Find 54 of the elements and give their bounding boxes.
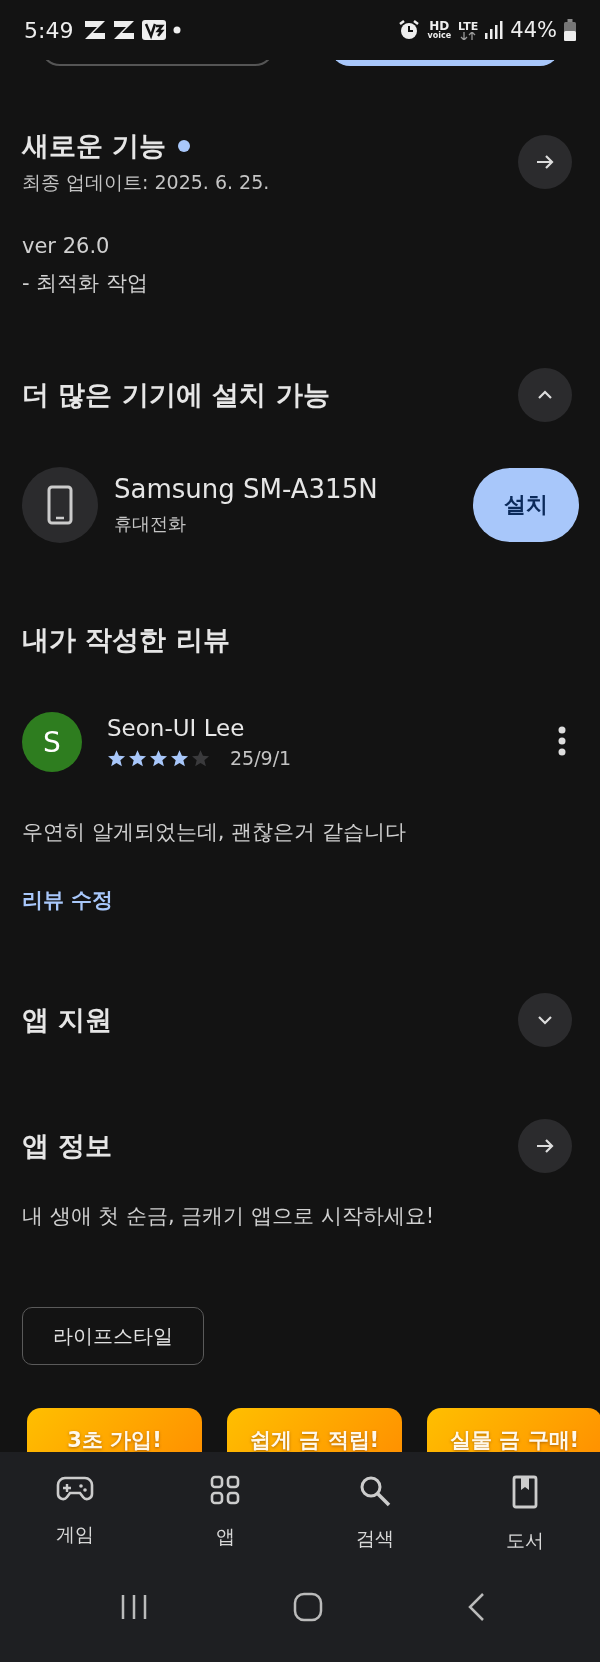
data-arrows-icon <box>460 31 477 40</box>
category-chip[interactable]: 라이프스타일 <box>22 1307 204 1365</box>
app-notification-icon <box>142 20 167 40</box>
z-notification-icon <box>84 20 107 40</box>
back-icon[interactable] <box>467 1592 485 1622</box>
alarm-icon <box>398 19 421 41</box>
release-note: - 최적화 작업 <box>22 270 149 297</box>
gamepad-icon <box>56 1475 94 1503</box>
search-icon <box>359 1475 391 1507</box>
nav-tab[interactable]: 앱 <box>150 1474 300 1562</box>
device-type: 휴대전화 <box>114 512 187 536</box>
review-text: 우연히 알게되었는데, 괜찮은거 같습니다 <box>21 819 407 846</box>
update-date: 최종 업데이트: 2025. 6. 25. <box>22 170 270 195</box>
star-icon <box>128 748 147 768</box>
apps-grid-icon <box>210 1475 240 1505</box>
section-title: 앱 지원 <box>22 1003 113 1037</box>
edit-review-link[interactable]: 리뷰 수정 <box>22 886 114 914</box>
arrow-button[interactable] <box>518 135 572 189</box>
signal-icon <box>485 21 504 39</box>
section-title: 내가 작성한 리뷰 <box>22 623 230 657</box>
promo-text: 쉽게 금 적립! <box>249 1427 380 1452</box>
section-title: 새로운 기능 <box>22 129 167 163</box>
star-icon <box>107 748 126 768</box>
notification-dot-icon <box>173 26 182 34</box>
section-title: 앱 정보 <box>22 1129 113 1163</box>
review-date: 25/9/1 <box>230 747 292 769</box>
lte-text: LTE <box>458 20 479 32</box>
release-note: ver 26.0 <box>22 233 111 260</box>
recent-apps-icon[interactable] <box>120 1594 148 1620</box>
status-time: 5:49 <box>24 17 74 43</box>
star-icon <box>170 748 189 768</box>
promo-text: 3초 가입! <box>67 1427 162 1452</box>
install-button[interactable]: 설치 <box>473 468 579 542</box>
voice-text: voice <box>427 32 452 40</box>
avatar-initial: S <box>43 725 61 759</box>
star-icon <box>191 748 210 768</box>
device-name: Samsung SM-A315N <box>114 474 379 504</box>
nav-tab[interactable]: 도서 <box>450 1474 600 1562</box>
battery-icon <box>564 19 576 41</box>
more-icon <box>558 725 566 756</box>
nav-tab[interactable]: 게임 <box>0 1474 150 1562</box>
bookmark-book-icon <box>512 1475 538 1509</box>
section-title: 더 많은 기기에 설치 가능 <box>22 378 330 412</box>
arrow-button[interactable] <box>518 1119 572 1173</box>
phone-icon <box>47 485 73 525</box>
reviewer-name: Seon-UI Lee <box>107 715 246 741</box>
app-description: 내 생애 첫 순금, 금캐기 앱으로 시작하세요! <box>21 1203 436 1230</box>
nav-tab[interactable]: 검색 <box>300 1474 450 1562</box>
z-notification-icon <box>113 20 136 40</box>
home-icon[interactable] <box>292 1592 323 1622</box>
hd-text: HD <box>429 20 450 32</box>
promo-text: 실물 금 구매! <box>449 1427 580 1452</box>
star-icon <box>149 748 168 768</box>
battery-percent: 44% <box>510 18 557 42</box>
